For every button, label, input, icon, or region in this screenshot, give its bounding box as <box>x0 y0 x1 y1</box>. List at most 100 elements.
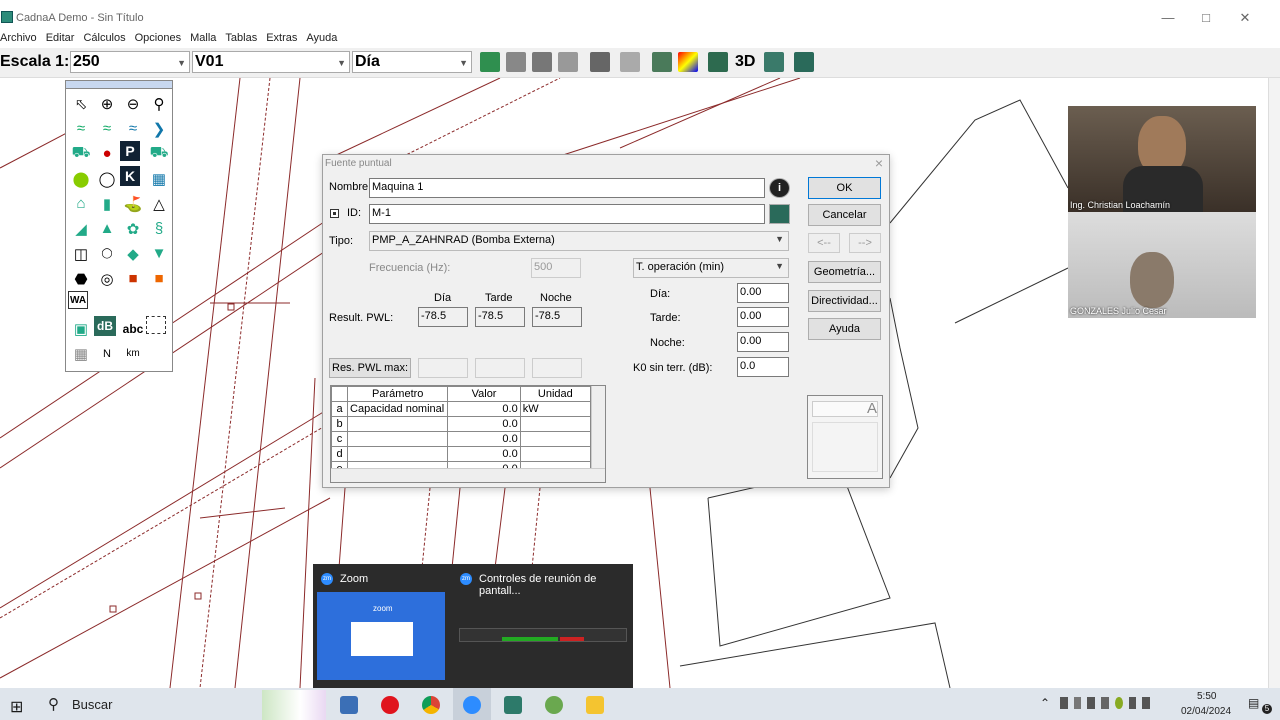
reflector-icon[interactable]: ◆ <box>120 241 146 266</box>
embankment-icon[interactable]: ◢ <box>68 216 94 241</box>
mic-icon[interactable] <box>1101 697 1109 709</box>
tunnel-icon[interactable]: ◯ <box>94 166 120 191</box>
km-scale-icon[interactable]: km <box>120 341 146 366</box>
palette-header[interactable] <box>66 81 172 89</box>
type-select[interactable]: PMP_A_ZAHNRAD (Bomba Externa) ▼ <box>369 231 789 251</box>
security-icon[interactable] <box>1114 697 1123 709</box>
menu-ayuda[interactable]: Ayuda <box>306 32 337 48</box>
result-night-field[interactable]: -78.5 <box>532 307 582 327</box>
pin-icon[interactable] <box>794 52 814 72</box>
3d-view-button[interactable]: 3D <box>735 53 755 71</box>
tray-app-icon[interactable] <box>1060 697 1068 709</box>
railway-icon[interactable]: ⛟ <box>146 141 172 166</box>
meeting-controls-thumbnail[interactable] <box>459 628 627 642</box>
table-vertical-scrollbar[interactable] <box>591 386 605 470</box>
k0-field[interactable]: 0.0 <box>737 357 789 377</box>
table-row[interactable]: b 0.0 <box>331 416 592 432</box>
menu-tablas[interactable]: Tablas <box>225 32 257 48</box>
table-row[interactable]: a Capacidad nominal 0.0 kW <box>331 401 592 417</box>
open-icon[interactable] <box>480 52 500 72</box>
wa-icon[interactable]: WA <box>68 291 88 309</box>
search-icon[interactable]: ⚲ <box>48 695 59 713</box>
canvas-vertical-scrollbar[interactable] <box>1268 78 1280 688</box>
result-evening-field[interactable]: -78.5 <box>475 307 525 327</box>
ok-button[interactable]: OK <box>808 177 881 199</box>
result-day-field[interactable]: -78.5 <box>418 307 468 327</box>
op-evening-field[interactable]: 0.00 <box>737 307 789 327</box>
usb-icon[interactable] <box>1087 697 1096 709</box>
clock-date[interactable]: 02/04/2024 <box>1181 706 1231 717</box>
scale-select[interactable]: 250 ▼ <box>70 51 190 73</box>
object-table-icon[interactable] <box>708 52 728 72</box>
volume-icon[interactable] <box>1142 697 1151 709</box>
opera-icon[interactable] <box>381 696 399 714</box>
db-label-icon[interactable]: dB <box>94 316 116 336</box>
video-tile-2[interactable]: GONZALES Julio Cesar <box>1068 212 1256 318</box>
res-pwl-max-button[interactable]: Res. PWL max: <box>329 358 411 378</box>
prev-button[interactable]: <-- <box>808 233 840 253</box>
help-button[interactable]: Ayuda <box>808 318 881 340</box>
directivity-button[interactable]: Directividad... <box>808 290 881 312</box>
geometry-button[interactable]: Geometría... <box>808 261 881 283</box>
ground-absorption-icon[interactable]: § <box>146 216 172 241</box>
taskview-icon[interactable] <box>340 696 358 714</box>
zoom-window-icon[interactable]: ⚲ <box>146 91 172 116</box>
parking-icon[interactable]: P <box>120 141 140 161</box>
menu-malla[interactable]: Malla <box>190 32 216 48</box>
close-icon[interactable]: × <box>875 155 883 171</box>
id-field[interactable]: M-1 <box>369 204 765 224</box>
clock-time[interactable]: 5:50 <box>1197 691 1216 702</box>
barrier-icon[interactable]: ▦ <box>146 166 172 191</box>
qgis-icon[interactable] <box>545 696 563 714</box>
close-icon[interactable]: ✕ <box>1235 10 1255 26</box>
name-field[interactable]: Maquina 1 <box>369 178 765 198</box>
frequency-field[interactable]: 500 <box>531 258 581 278</box>
line-source-icon[interactable]: ≈ <box>94 116 120 141</box>
id-checkbox[interactable] <box>330 209 339 218</box>
bridge-icon[interactable]: ⛳ <box>120 191 146 216</box>
menu-archivo[interactable]: Archivo <box>0 32 37 48</box>
variant-select[interactable]: V01 ▼ <box>192 51 350 73</box>
trees-icon[interactable]: ▲ <box>94 216 120 241</box>
forest-area-icon[interactable]: ✿ <box>120 216 146 241</box>
tree-icon[interactable] <box>764 52 784 72</box>
menu-opciones[interactable]: Opciones <box>135 32 181 48</box>
op-night-field[interactable]: 0.00 <box>737 332 789 352</box>
cadna-taskbar-icon[interactable] <box>504 696 522 714</box>
grid-map-icon[interactable] <box>678 52 698 72</box>
max-night-field[interactable] <box>532 358 582 378</box>
calculator-icon[interactable] <box>652 52 672 72</box>
copy-icon[interactable] <box>620 52 640 72</box>
maximize-icon[interactable]: □ <box>1196 10 1216 25</box>
operation-time-select[interactable]: T. operación (min) ▼ <box>633 258 789 278</box>
cancel-button[interactable]: Cancelar <box>808 204 881 226</box>
pointer-icon[interactable]: ⬁ <box>68 91 94 116</box>
selection-box-icon[interactable] <box>146 316 166 334</box>
cylinder-icon[interactable]: ◫ <box>68 241 94 266</box>
save-as-icon[interactable] <box>532 52 552 72</box>
max-day-field[interactable] <box>418 358 468 378</box>
next-button[interactable]: --> <box>849 233 881 253</box>
obstacle-icon[interactable]: ▣ <box>68 316 94 341</box>
menu-editar[interactable]: Editar <box>46 32 75 48</box>
vertical-area-source-icon[interactable]: ❯ <box>146 116 172 141</box>
traffic-light-icon[interactable]: ● <box>94 141 120 166</box>
table-horizontal-scrollbar[interactable] <box>331 468 605 482</box>
export-icon[interactable] <box>558 52 578 72</box>
menu-extras[interactable]: Extras <box>266 32 297 48</box>
chrome-icon[interactable] <box>422 696 440 714</box>
id-table-icon[interactable] <box>769 204 790 224</box>
minimize-icon[interactable]: — <box>1158 10 1178 25</box>
building-icon[interactable]: ⌂ <box>68 191 94 216</box>
tray-chevron-up-icon[interactable]: ⌃ <box>1040 696 1050 710</box>
point-source-icon[interactable]: ≈ <box>68 116 94 141</box>
grid-receiver-icon[interactable]: ◎ <box>94 266 120 291</box>
color-area-icon[interactable]: ■ <box>120 266 146 291</box>
north-arrow-icon[interactable]: N <box>94 341 120 366</box>
3d-object-icon[interactable]: ◯ <box>94 241 120 266</box>
op-day-field[interactable]: 0.00 <box>737 283 789 303</box>
video-tile-1[interactable]: Ing. Christian Loachamín <box>1068 106 1256 212</box>
triangle-down-icon[interactable]: ▼ <box>146 241 172 266</box>
zoom-window-thumbnail[interactable]: zoom <box>317 592 445 680</box>
road-icon[interactable]: ⛟ <box>68 141 94 166</box>
